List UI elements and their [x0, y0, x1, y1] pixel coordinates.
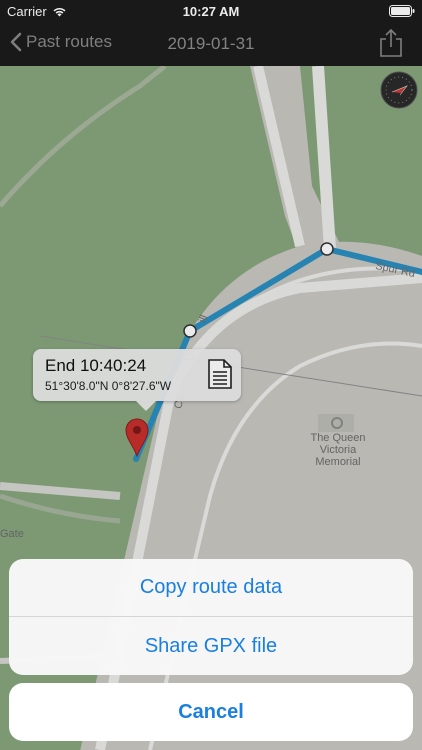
callout-coordinates: 51°30'8.0"N 0°8'27.6"W — [45, 379, 172, 393]
battery-icon — [389, 5, 415, 20]
status-bar: Carrier 10:27 AM — [0, 0, 422, 22]
edge-label-gate: Gate — [0, 528, 24, 540]
poi-label-memorial: The Queen Victoria Memorial — [300, 432, 376, 468]
status-time: 10:27 AM — [182, 4, 240, 19]
navigation-bar: Past routes 2019-01-31 — [0, 22, 422, 66]
poi-label-line1: The Queen — [310, 432, 366, 444]
route-end-callout: End 10:40:24 51°30'8.0"N 0°8'27.6"W — [33, 349, 241, 411]
share-icon — [380, 28, 402, 57]
copy-coordinates-button[interactable] — [207, 358, 233, 390]
share-button[interactable] — [378, 28, 404, 58]
cancel-button[interactable]: Cancel — [9, 683, 413, 741]
map-pin-icon[interactable] — [124, 417, 150, 457]
share-gpx-file-button[interactable]: Share GPX file — [9, 617, 413, 675]
poi-label-line3: Memorial — [315, 456, 361, 468]
page-title: 2019-01-31 — [167, 34, 255, 53]
poi-label-line2: Victoria — [319, 444, 357, 456]
copy-route-data-button[interactable]: Copy route data — [9, 559, 413, 617]
compass-icon — [380, 71, 418, 109]
compass-button[interactable] — [380, 71, 418, 109]
callout-title: End 10:40:24 — [45, 356, 147, 375]
action-sheet: Copy route data Share GPX file — [9, 559, 413, 675]
document-icon — [208, 359, 232, 389]
